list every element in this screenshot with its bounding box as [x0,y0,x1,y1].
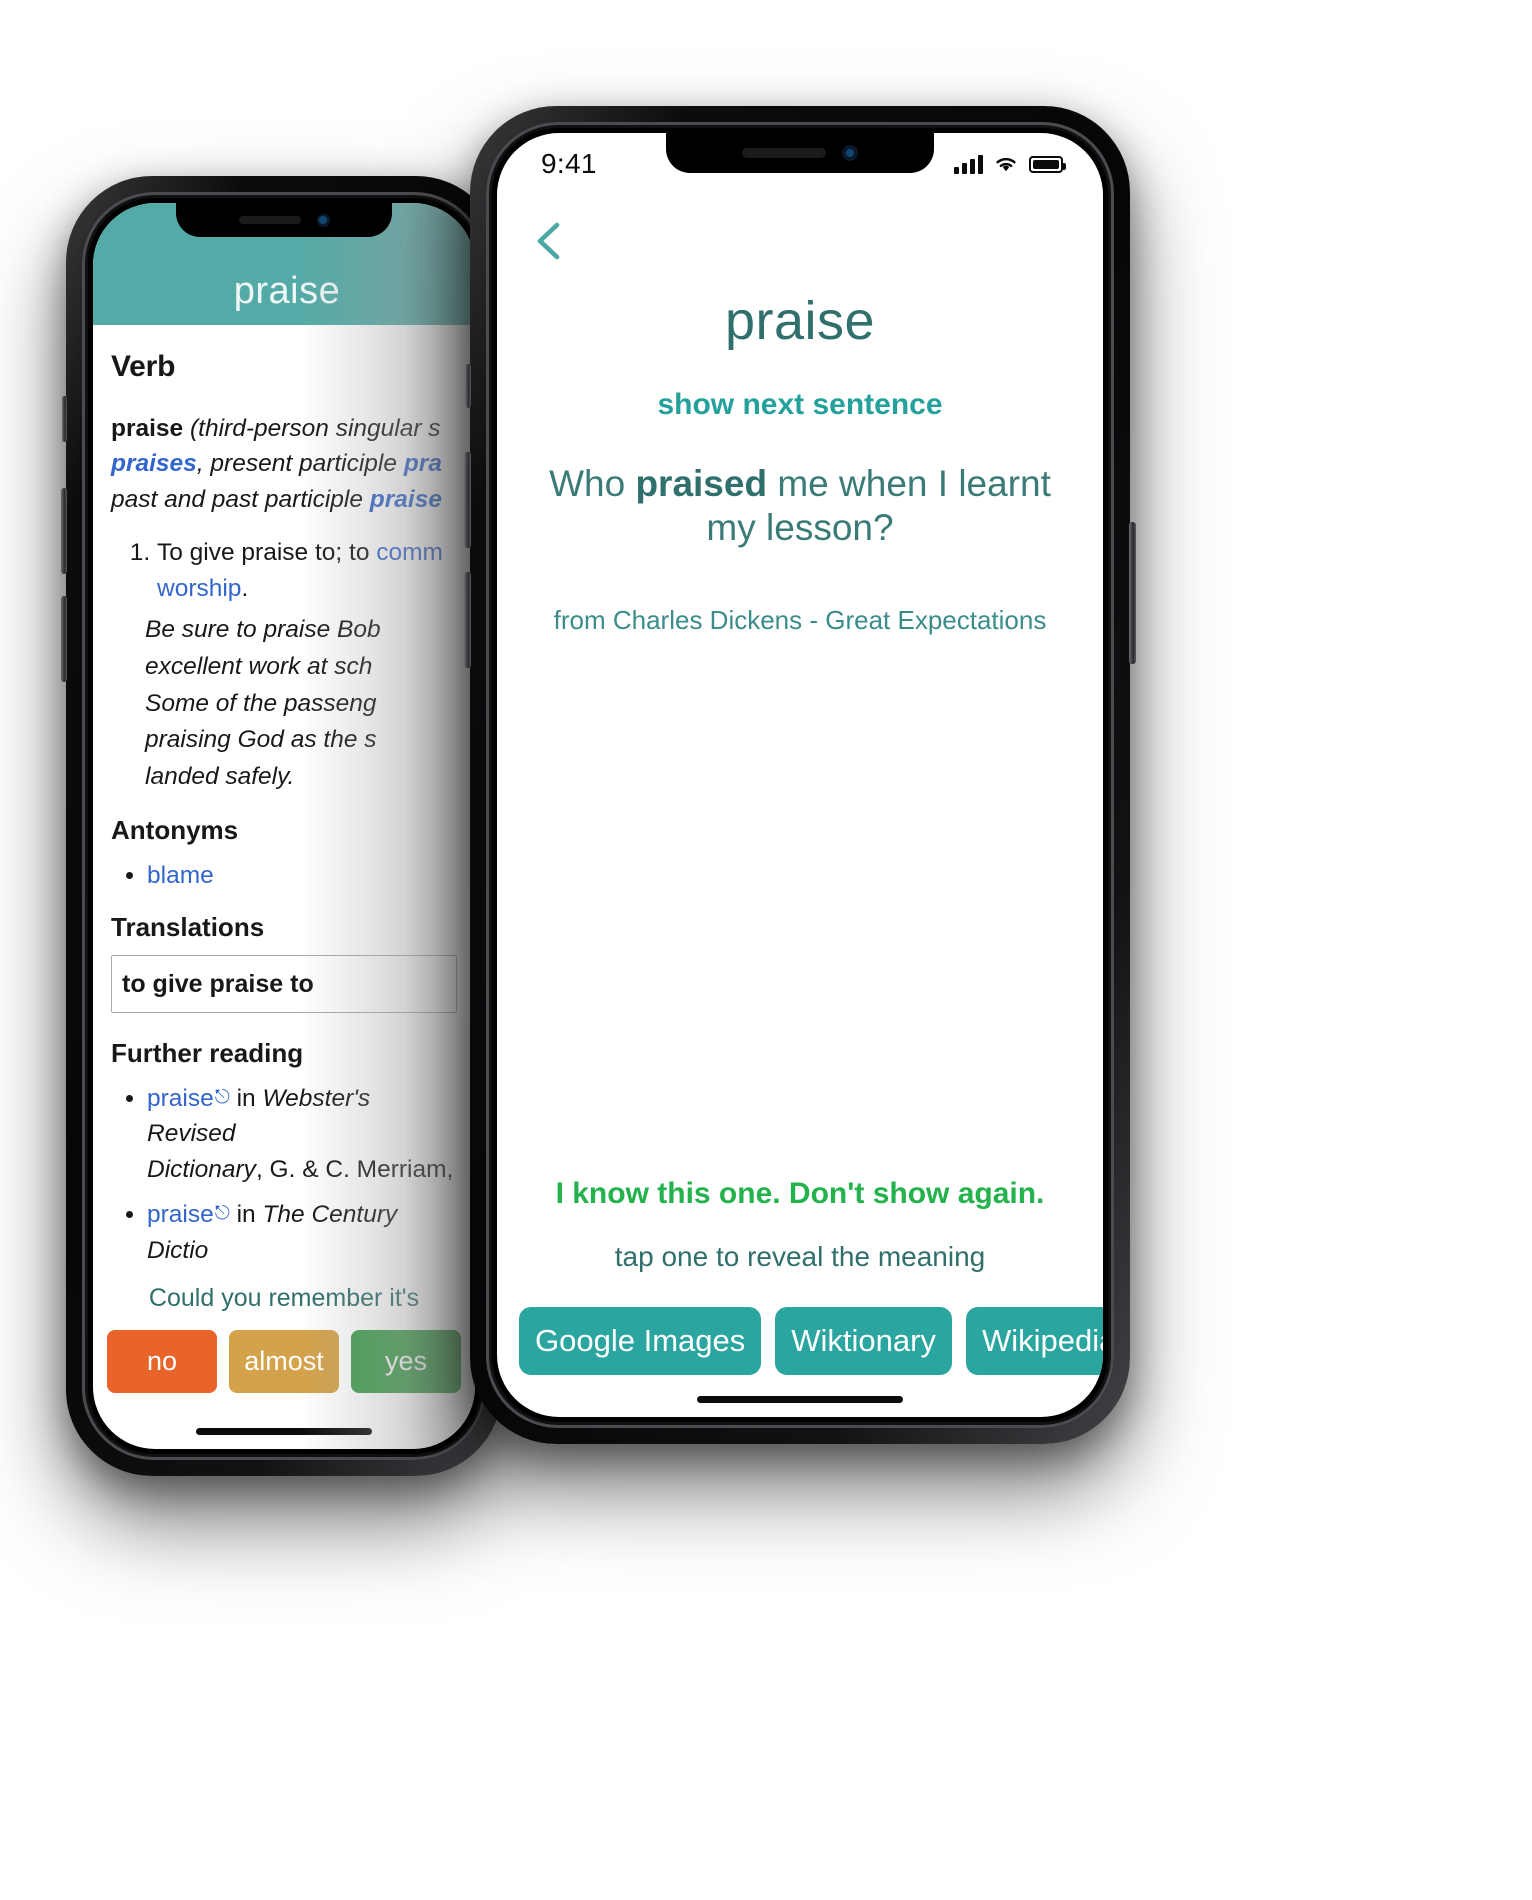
know-this-one-button[interactable]: I know this one. Don't show again. [497,1177,1103,1211]
further-reading-in: in [236,1084,256,1112]
wifi-icon [996,157,1016,172]
flashcard-bottom-area: I know this one. Don't show again. tap o… [497,1177,1103,1375]
headword: praise [111,414,184,442]
power-button[interactable] [1129,522,1136,664]
back-phone-bezel: praise Verb praise (third-person singula… [82,192,486,1460]
tap-hint-label: tap one to reveal the meaning [614,1241,986,1272]
answer-no-button[interactable]: no [107,1330,217,1394]
external-link-icon: ⎋ [214,1086,230,1108]
definition-link-worship[interactable]: worship [157,575,241,602]
definition-item: To give praise to; to comm worship. [157,535,457,606]
inflection-link-praising[interactable]: pra [404,450,442,477]
example-text-3: praising God as the s [145,726,377,754]
example-line: Some of the passeng [145,686,457,723]
further-reading-rest: , G. & C. Merriam, [255,1155,454,1183]
flashcard-word: praise [724,291,876,351]
remember-prompt: Could you remember it's [148,1284,420,1313]
show-next-sentence-button[interactable]: show next sentence [523,388,1077,422]
further-reading-list: praise⎋ in Webster's Revised Dictionary,… [147,1081,457,1269]
further-reading-source2: Dictionary [147,1155,256,1183]
answer-almost-button[interactable]: almost [229,1330,339,1394]
back-phone-screen: praise Verb praise (third-person singula… [93,203,475,1449]
translation-box[interactable]: to give praise to [111,954,457,1013]
cellular-bars-icon [954,154,983,174]
front-phone-device: 9:41 praise show next sentence Who prais… [464,106,1136,1444]
flashcard-source: from Charles Dickens - Great Expectation… [553,604,1047,635]
example-line: Be sure to praise Bob [145,612,457,649]
further-reading-heading: Further reading [111,1037,304,1068]
part-of-speech-heading: Verb [111,350,176,383]
example-text-1: excellent work at sch [145,652,373,680]
dictionary-header-word: praise [233,270,341,312]
example-sentences: Be sure to praise Bob excellent work at … [145,612,457,796]
example-line: excellent work at sch [145,649,457,686]
front-camera-icon [842,145,858,161]
antonyms-heading: Antonyms [111,814,239,845]
notch [666,133,934,173]
list-item: praise⎋ in The Century Dictio [147,1197,457,1268]
list-item: praise⎋ in Webster's Revised Dictionary,… [147,1081,457,1188]
sentence-highlight: praised [635,463,768,504]
flashcard: praise show next sentence Who praised me… [497,290,1103,636]
example-line: landed safely. [145,759,457,796]
antonym-link-blame[interactable]: blame [147,862,214,889]
definition-list: To give praise to; to comm worship. [157,535,457,606]
external-link-icon: ⎋ [214,1203,230,1225]
external-link-button-row: Google Images Wiktionary Wikipedia [497,1307,1103,1375]
answer-yes-button[interactable]: yes [351,1330,461,1394]
definition-period: . [241,574,249,602]
volume-up-button[interactable] [61,488,67,574]
inflection-mid: , present participle [196,450,404,478]
chevron-left-icon[interactable] [529,219,573,263]
antonyms-list: blame [147,858,457,894]
screenshot-root: praise Verb praise (third-person singula… [0,0,1532,1900]
further-reading-link[interactable]: praise [147,1085,214,1112]
answer-button-row: no almost yes [93,1316,475,1394]
example-text-4: landed safely. [145,763,295,791]
volume-down-button[interactable] [61,596,67,682]
definition-link-commend[interactable]: comm [376,539,443,566]
translation-value: to give praise to [122,969,314,998]
home-indicator[interactable] [196,1428,372,1435]
home-indicator[interactable] [697,1396,903,1403]
example-text-0: Be sure to praise Bob [145,616,381,644]
example-text-2: Some of the passeng [145,689,377,717]
status-bar-time: 9:41 [541,148,597,179]
front-phone-screen: 9:41 praise show next sentence Who prais… [497,133,1103,1417]
battery-full-icon [1029,155,1066,173]
dictionary-body: Verb praise (third-person singular s pra… [93,325,475,1316]
back-phone-device: praise Verb praise (third-person singula… [61,176,507,1476]
wiktionary-button[interactable]: Wiktionary [775,1307,952,1375]
inflection-line3: past and past participle [111,485,370,513]
volume-down-button[interactable] [464,572,471,668]
definition-text: To give praise to; to [157,539,377,567]
inflection-line: praise (third-person singular s praises,… [111,411,457,518]
list-item: blame [147,858,457,894]
further-reading-link[interactable]: praise [147,1201,214,1228]
inflection-link-praised[interactable]: praise [370,486,442,513]
front-camera-icon [316,213,330,227]
inflection-open: (third-person singular s [190,414,441,442]
notch [176,203,392,237]
front-phone-bezel: 9:41 praise show next sentence Who prais… [486,122,1114,1428]
google-images-button[interactable]: Google Images [519,1307,762,1375]
wikipedia-button[interactable]: Wikipedia [965,1307,1103,1375]
earpiece-speaker-icon [742,148,826,158]
earpiece-speaker-icon [238,216,301,224]
example-line: praising God as the s [145,722,457,759]
translations-heading: Translations [111,912,265,943]
inflection-link-praises[interactable]: praises [111,450,197,477]
volume-up-button[interactable] [464,452,471,548]
mute-switch[interactable] [62,396,67,442]
status-bar-indicators [954,154,1066,174]
further-reading-in: in [236,1201,256,1229]
flashcard-sentence: Who praised me when I learnt my lesson? [523,462,1077,551]
mute-switch[interactable] [465,364,471,408]
sentence-prefix: Who [549,463,636,504]
